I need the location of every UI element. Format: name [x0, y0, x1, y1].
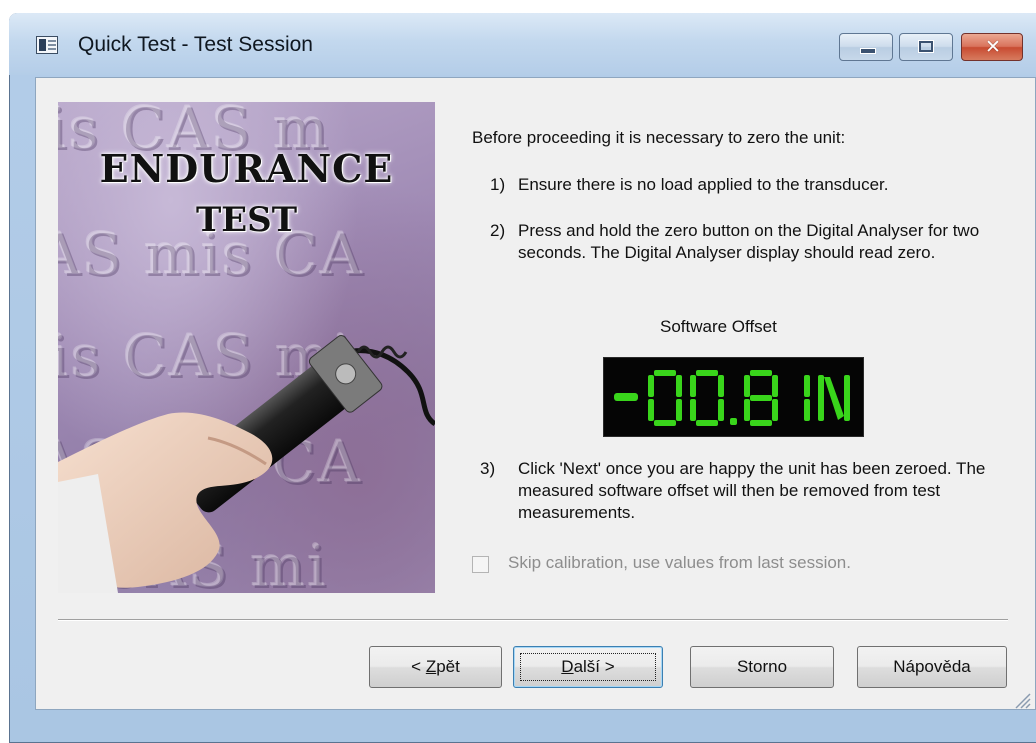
next-label: alší >	[573, 657, 615, 676]
maximize-icon	[918, 40, 934, 53]
next-button[interactable]: Další >	[513, 646, 663, 688]
step2-text: Press and hold the zero button on the Di…	[518, 221, 980, 262]
resize-grip-icon[interactable]	[1010, 688, 1032, 710]
back-prefix: <	[411, 657, 426, 676]
back-accesskey: Z	[425, 657, 437, 676]
step3-number: 3)	[480, 459, 496, 478]
skip-calibration-label: Skip calibration, use values from last s…	[508, 553, 851, 572]
endurance-test-image: is CAS m AS mis CA is CAS mi AS mis CA C…	[58, 102, 435, 593]
software-offset-label: Software Offset	[660, 317, 777, 336]
minimize-icon	[860, 48, 876, 54]
back-button[interactable]: < Zpět	[369, 646, 502, 688]
close-icon: ✕	[985, 36, 1001, 58]
next-accesskey: D	[561, 657, 574, 676]
window-title: Quick Test - Test Session	[78, 33, 313, 56]
focus-rectangle: Další >	[520, 653, 656, 681]
step1-text: Ensure there is no load applied to the t…	[518, 175, 889, 194]
hero-title-line2: TEST	[195, 200, 298, 240]
help-button[interactable]: Nápověda	[857, 646, 1007, 688]
button-separator	[58, 619, 1008, 621]
close-button[interactable]: ✕	[961, 33, 1023, 61]
step2-number: 2)	[490, 221, 506, 240]
step3-text: Click 'Next' once you are happy the unit…	[518, 459, 986, 522]
step1-number: 1)	[490, 175, 506, 194]
hero-title-line1: ENDURANCE	[99, 146, 394, 191]
intro-text: Before proceeding it is necessary to zer…	[472, 128, 846, 147]
seven-segment-readout	[614, 370, 850, 426]
cancel-button[interactable]: Storno	[690, 646, 834, 688]
maximize-button[interactable]	[899, 33, 953, 61]
software-offset-display	[603, 357, 864, 437]
back-label: pět	[436, 657, 460, 676]
minimize-button[interactable]	[839, 33, 893, 61]
skip-calibration-checkbox[interactable]	[472, 556, 489, 573]
app-icon[interactable]	[36, 36, 58, 54]
